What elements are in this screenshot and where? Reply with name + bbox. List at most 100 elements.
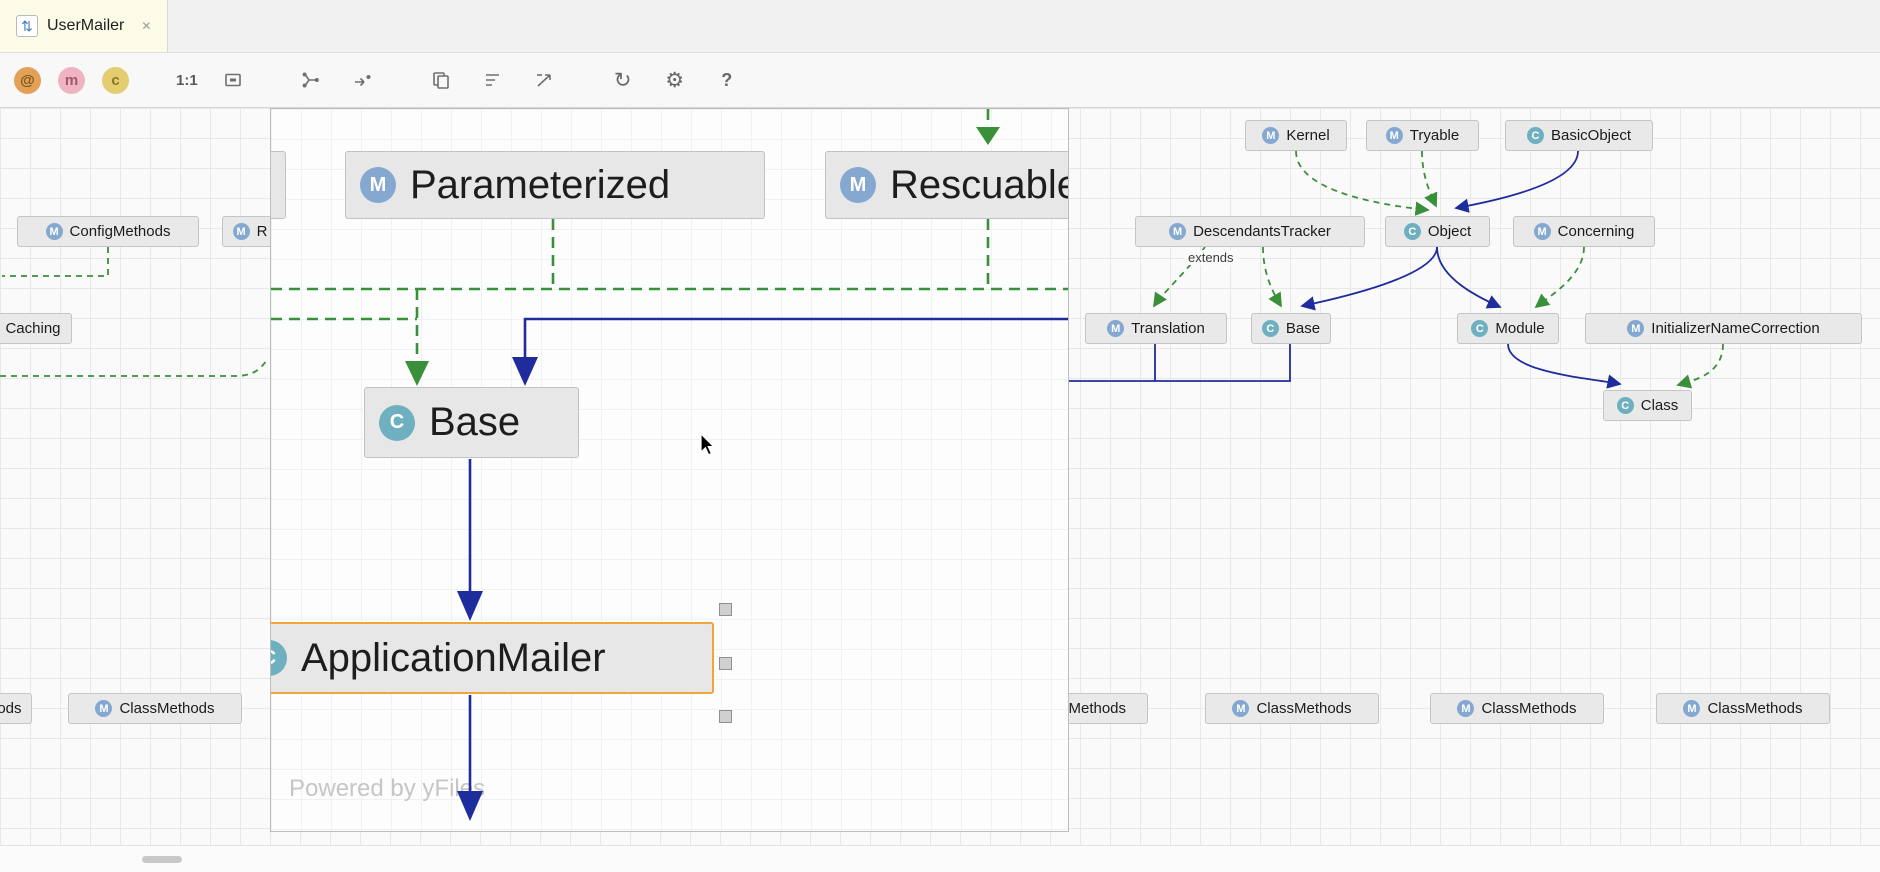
node-tryable[interactable]: M Tryable bbox=[1366, 120, 1479, 151]
green-arrowhead bbox=[405, 361, 429, 386]
class-icon: C bbox=[1617, 397, 1634, 414]
editor-tab-bar: ⇅ UserMailer ✕ bbox=[0, 0, 1880, 53]
class-icon: C bbox=[379, 405, 415, 441]
class-icon: C bbox=[1262, 320, 1279, 337]
node-label: Module bbox=[1495, 320, 1544, 337]
module-icon: M bbox=[1457, 700, 1474, 717]
diagram-toolbar: @ m c 1:1 bbox=[0, 53, 1880, 108]
help-button[interactable]: ? bbox=[710, 63, 744, 97]
node-label: Translation bbox=[1131, 320, 1205, 337]
node-caching[interactable]: MCaching bbox=[0, 313, 72, 344]
node-label: R bbox=[257, 223, 268, 240]
node-label: ClassMethods bbox=[119, 700, 214, 717]
show-parents-button[interactable] bbox=[294, 63, 328, 97]
module-icon: M bbox=[95, 700, 112, 717]
node-configmethods[interactable]: M ConfigMethods bbox=[17, 216, 199, 247]
node-label: BasicObject bbox=[1551, 127, 1631, 144]
horizontal-scrollbar-track[interactable] bbox=[0, 845, 1880, 872]
node-label: Base bbox=[429, 400, 520, 445]
selection-handle[interactable] bbox=[719, 603, 732, 616]
node-translation[interactable]: MTranslation bbox=[1085, 313, 1227, 344]
mouse-cursor bbox=[700, 433, 724, 459]
yfiles-watermark: Powered by yFiles bbox=[289, 775, 485, 803]
fit-content-icon bbox=[223, 70, 243, 90]
node-concerning[interactable]: M Concerning bbox=[1513, 216, 1655, 247]
module-icon: M bbox=[1534, 223, 1551, 240]
node-module[interactable]: C Module bbox=[1457, 313, 1559, 344]
node-applicationmailer[interactable]: C ApplicationMailer bbox=[270, 622, 714, 694]
class-icon: C bbox=[1404, 223, 1421, 240]
refresh-button[interactable]: ↻ bbox=[606, 63, 640, 97]
apply-layout-button[interactable] bbox=[528, 63, 562, 97]
list-lines-icon bbox=[483, 70, 503, 90]
node-descendantstracker[interactable]: M DescendantsTracker bbox=[1135, 216, 1365, 247]
copy-diagram-button[interactable] bbox=[424, 63, 458, 97]
show-annotations-toggle[interactable]: @ bbox=[14, 67, 41, 94]
node-clipped-left[interactable] bbox=[270, 151, 286, 219]
node-label: DescendantsTracker bbox=[1193, 223, 1331, 240]
node-label: Class bbox=[1641, 397, 1679, 414]
node-rescuable[interactable]: M Rescuable bbox=[825, 151, 1069, 219]
class-icon: C bbox=[1527, 127, 1544, 144]
magnified-diagram-panel[interactable]: M Parameterized M Rescuable C Base C App… bbox=[270, 108, 1069, 832]
node-label: Tryable bbox=[1410, 127, 1459, 144]
node-initializernamecorrection[interactable]: M InitializerNameCorrection bbox=[1585, 313, 1862, 344]
module-icon: M bbox=[46, 223, 63, 240]
tab-title: UserMailer bbox=[47, 17, 124, 35]
diagram-canvas[interactable]: MKernelMTryableCBasicObjectMConfigMethod… bbox=[0, 108, 1880, 872]
node-label: Rescuable bbox=[890, 163, 1069, 208]
node-label: Parameterized bbox=[410, 163, 670, 208]
module-icon: M bbox=[233, 223, 250, 240]
node-base[interactable]: C Base bbox=[364, 387, 579, 458]
layout-list-button[interactable] bbox=[476, 63, 510, 97]
branch-icon bbox=[301, 70, 321, 90]
copy-icon bbox=[431, 70, 451, 90]
actual-size-button[interactable]: 1:1 bbox=[176, 63, 198, 97]
settings-gear-button[interactable]: ⚙ bbox=[658, 63, 692, 97]
node-label: ClassMethods bbox=[1707, 700, 1802, 717]
show-constants-toggle[interactable]: c bbox=[102, 67, 129, 94]
node-kernel[interactable]: MKernel bbox=[1245, 120, 1347, 151]
class-icon: C bbox=[1471, 320, 1488, 337]
node-classmethods[interactable]: M ClassMethods bbox=[1430, 693, 1604, 724]
module-icon: M bbox=[1386, 127, 1403, 144]
node-label: ClassMethods bbox=[0, 700, 22, 717]
node-parameterized[interactable]: M Parameterized bbox=[345, 151, 765, 219]
tab-close-icon[interactable]: ✕ bbox=[141, 19, 151, 33]
node-classmethods[interactable]: M ClassMethods bbox=[1656, 693, 1830, 724]
node-label: ConfigMethods bbox=[70, 223, 171, 240]
module-icon: M bbox=[1683, 700, 1700, 717]
node-classmethods[interactable]: MClassMethods bbox=[1205, 693, 1379, 724]
navy-arrowhead bbox=[512, 357, 538, 386]
node-label: ClassMethods bbox=[1481, 700, 1576, 717]
module-icon: M bbox=[1262, 127, 1279, 144]
edge-label-extends: extends bbox=[1185, 250, 1237, 265]
module-icon: M bbox=[360, 167, 396, 203]
node-class[interactable]: C Class bbox=[1603, 390, 1692, 421]
node-label: ClassMethods bbox=[1256, 700, 1351, 717]
selection-handle[interactable] bbox=[719, 710, 732, 723]
module-icon: M bbox=[1627, 320, 1644, 337]
navy-arrowhead bbox=[457, 591, 483, 621]
node-classmethods[interactable]: M ClassMethods bbox=[68, 693, 242, 724]
node-label: Object bbox=[1428, 223, 1471, 240]
show-children-button[interactable] bbox=[346, 63, 380, 97]
horizontal-scrollbar-thumb[interactable] bbox=[142, 856, 182, 863]
node-label: ApplicationMailer bbox=[301, 636, 606, 681]
selection-handle[interactable] bbox=[719, 657, 732, 670]
node-basicobject[interactable]: C BasicObject bbox=[1505, 120, 1653, 151]
show-methods-toggle[interactable]: m bbox=[58, 67, 85, 94]
module-icon: M bbox=[840, 167, 876, 203]
fit-content-button[interactable] bbox=[216, 63, 250, 97]
tab-usermailer[interactable]: ⇅ UserMailer ✕ bbox=[0, 0, 168, 52]
node-base[interactable]: CBase bbox=[1251, 313, 1331, 344]
node-label: Concerning bbox=[1558, 223, 1635, 240]
node-classmethods[interactable]: MClassMethods bbox=[0, 693, 32, 724]
node-object[interactable]: C Object bbox=[1385, 216, 1490, 247]
node-label: InitializerNameCorrection bbox=[1651, 320, 1819, 337]
module-icon: M bbox=[1169, 223, 1186, 240]
green-arrowhead bbox=[976, 127, 1000, 145]
diagram-file-icon: ⇅ bbox=[16, 15, 38, 37]
layout-arrow-icon bbox=[534, 70, 556, 90]
ide-window: ⇅ UserMailer ✕ @ m c 1:1 bbox=[0, 0, 1880, 872]
